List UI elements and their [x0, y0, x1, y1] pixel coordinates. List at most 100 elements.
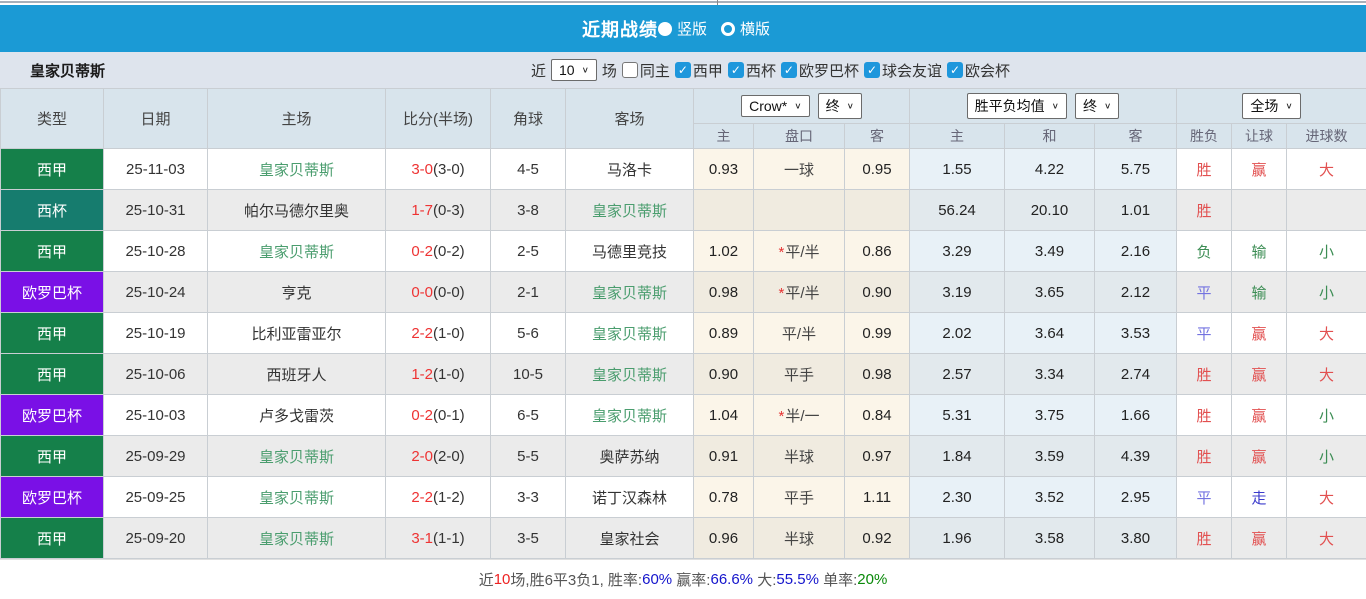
matches-label: 场: [602, 60, 617, 81]
home-team[interactable]: 西班牙人: [208, 354, 386, 395]
panel-title: 近期战绩: [582, 16, 658, 42]
avg-source-select[interactable]: 胜平负均值 ∨: [967, 93, 1067, 119]
avg-away-odds: 2.74: [1095, 354, 1177, 395]
handicap-line: *半/一: [754, 395, 845, 436]
result-handicap: 赢: [1232, 518, 1287, 559]
away-team[interactable]: 皇家贝蒂斯: [566, 395, 694, 436]
layout-radio-横版[interactable]: 横版: [721, 18, 770, 39]
filter-checkbox-欧罗巴杯[interactable]: ✓欧罗巴杯: [781, 60, 859, 81]
filter-checkbox-欧会杯[interactable]: ✓欧会杯: [947, 60, 1010, 81]
home-team[interactable]: 皇家贝蒂斯: [208, 477, 386, 518]
avg-away-odds: 2.12: [1095, 272, 1177, 313]
filter-checkbox-西甲[interactable]: ✓西甲: [675, 60, 723, 81]
score-halftime: (1-0): [433, 366, 465, 383]
score-fulltime: 1-7: [411, 202, 433, 219]
result-wdl: 负: [1177, 231, 1232, 272]
near-label: 近: [531, 60, 546, 81]
title-bar: 近期战绩 竖版横版: [0, 5, 1366, 52]
type-badge: 欧罗巴杯: [1, 395, 104, 436]
radio-icon: [658, 22, 672, 36]
corners: 5-5: [491, 436, 566, 477]
match-row: 欧罗巴杯25-09-25皇家贝蒂斯2-2(1-2)3-3诺丁汉森林0.78平手1…: [1, 477, 1366, 518]
home-team[interactable]: 亨克: [208, 272, 386, 313]
checkbox-label: 欧罗巴杯: [799, 60, 859, 81]
match-date: 25-11-03: [104, 149, 208, 190]
score-halftime: (0-0): [433, 284, 465, 301]
home-team[interactable]: 皇家贝蒂斯: [208, 518, 386, 559]
away-team[interactable]: 诺丁汉森林: [566, 477, 694, 518]
away-team[interactable]: 马德里竞技: [566, 231, 694, 272]
home-team[interactable]: 帕尔马德尔里奥: [208, 190, 386, 231]
filter-checkbox-西杯[interactable]: ✓西杯: [728, 60, 776, 81]
avg-home-odds: 1.96: [910, 518, 1005, 559]
result-wdl: 平: [1177, 313, 1232, 354]
scope-select[interactable]: 全场 ∨: [1242, 93, 1300, 119]
result-handicap: 输: [1232, 272, 1287, 313]
handicap-text: 平/半: [785, 285, 819, 302]
odds-time-select[interactable]: 终 ∨: [818, 93, 862, 119]
handicap-text: 一球: [784, 162, 814, 179]
handicap-text: 平/半: [785, 244, 819, 261]
away-team[interactable]: 皇家贝蒂斯: [566, 354, 694, 395]
corners: 3-5: [491, 518, 566, 559]
chevron-down-icon: ∨: [582, 65, 589, 74]
asterisk-mark: *: [778, 244, 784, 261]
score-fulltime: 0-0: [411, 284, 433, 301]
home-team[interactable]: 皇家贝蒂斯: [208, 149, 386, 190]
chevron-down-icon: ∨: [847, 101, 854, 110]
result-wdl: 胜: [1177, 518, 1232, 559]
handicap-home-odds: 1.02: [694, 231, 754, 272]
away-team[interactable]: 皇家贝蒂斯: [566, 313, 694, 354]
result-goals: 小: [1287, 436, 1366, 477]
handicap-home-odds: 0.89: [694, 313, 754, 354]
score-fulltime: 2-0: [411, 448, 433, 465]
filter-checkbox-同主[interactable]: 同主: [622, 60, 670, 81]
away-team[interactable]: 奥萨苏纳: [566, 436, 694, 477]
score-halftime: (2-0): [433, 448, 465, 465]
result-goals: 大: [1287, 477, 1366, 518]
type-badge: 西甲: [1, 354, 104, 395]
away-team[interactable]: 皇家社会: [566, 518, 694, 559]
score-halftime: (1-2): [433, 489, 465, 506]
scope-select-cell: 全场 ∨: [1177, 89, 1366, 124]
checked-checkbox-icon: ✓: [947, 62, 963, 78]
away-team[interactable]: 马洛卡: [566, 149, 694, 190]
match-count-select[interactable]: 10 ∨: [551, 59, 597, 81]
handicap-away-odds: 0.92: [845, 518, 910, 559]
score-halftime: (1-1): [433, 530, 465, 547]
filter-checkbox-球会友谊[interactable]: ✓球会友谊: [864, 60, 942, 81]
layout-radio-竖版[interactable]: 竖版: [658, 18, 707, 39]
radio-icon: [721, 22, 735, 36]
filter-bar: 皇家贝蒂斯 近 10 ∨ 场 同主✓西甲✓西杯✓欧罗巴杯✓球会友谊✓欧会杯: [0, 52, 1366, 88]
home-team[interactable]: 比利亚雷亚尔: [208, 313, 386, 354]
chevron-down-icon: ∨: [794, 101, 801, 110]
chevron-down-icon: ∨: [1104, 101, 1111, 110]
summary-segment: 赢率:: [672, 569, 710, 590]
score-fulltime: 2-2: [411, 325, 433, 342]
avg-away-odds: 1.66: [1095, 395, 1177, 436]
home-team[interactable]: 卢多戈雷茨: [208, 395, 386, 436]
result-wdl: 平: [1177, 272, 1232, 313]
checkbox-label: 球会友谊: [882, 60, 942, 81]
result-wdl: 胜: [1177, 190, 1232, 231]
result-goals: 小: [1287, 231, 1366, 272]
avg-away-odds: 3.53: [1095, 313, 1177, 354]
summary-segment: 55.5%: [776, 571, 819, 588]
home-team[interactable]: 皇家贝蒂斯: [208, 436, 386, 477]
away-team[interactable]: 皇家贝蒂斯: [566, 272, 694, 313]
away-team[interactable]: 皇家贝蒂斯: [566, 190, 694, 231]
odds-source-select[interactable]: Crow* ∨: [741, 95, 809, 117]
summary-segment: 场,胜6平3负1, 胜率:: [510, 569, 642, 590]
type-badge: 西甲: [1, 313, 104, 354]
top-divider: [0, 0, 1366, 5]
recent-results-table: 类型 日期 主场 比分(半场) 角球 客场 Crow* ∨ 终 ∨: [0, 88, 1366, 559]
team-name: 皇家贝蒂斯: [30, 60, 105, 81]
avg-draw-odds: 3.49: [1005, 231, 1095, 272]
summary-segment: 近: [479, 569, 494, 590]
avg-time-select[interactable]: 终 ∨: [1075, 93, 1119, 119]
competition-checkbox-group: 同主✓西甲✓西杯✓欧罗巴杯✓球会友谊✓欧会杯: [622, 60, 1010, 81]
filter-group: 近 10 ∨ 场 同主✓西甲✓西杯✓欧罗巴杯✓球会友谊✓欧会杯: [531, 59, 1010, 81]
result-goals: 大: [1287, 518, 1366, 559]
home-team[interactable]: 皇家贝蒂斯: [208, 231, 386, 272]
type-badge: 西甲: [1, 149, 104, 190]
